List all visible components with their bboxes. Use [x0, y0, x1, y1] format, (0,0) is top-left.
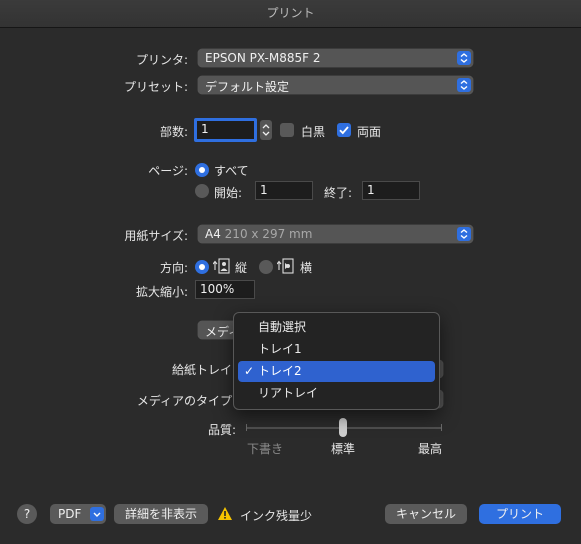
paper-size-name: A4 [205, 227, 221, 241]
portrait-label: 縦 [235, 261, 248, 275]
paper-dimensions: 210 x 297 mm [224, 227, 313, 241]
pages-end-field[interactable]: 1 [362, 181, 420, 200]
scale-value: 100% [200, 282, 235, 296]
media-type-label: メディアのタイプ [136, 394, 232, 408]
pages-label: ページ: [148, 164, 188, 178]
pages-all-radio[interactable] [195, 163, 209, 177]
popup-chevron-icon [457, 51, 471, 65]
printer-popup[interactable]: EPSON PX-M885F 2 [197, 48, 474, 68]
paper-size-value: A4 210 x 297 mm [205, 227, 312, 241]
pages-start-field[interactable]: 1 [255, 181, 313, 200]
print-button[interactable]: プリント [479, 504, 561, 524]
pdf-menu-button[interactable]: PDF [50, 504, 106, 524]
pdf-label: PDF [58, 507, 82, 521]
checkmark-icon: ✓ [244, 364, 255, 378]
popup-chevron-icon [457, 78, 471, 92]
copies-field[interactable]: 1 [194, 118, 257, 142]
printer-value: EPSON PX-M885F 2 [205, 51, 321, 65]
quality-low-label: 下書き [247, 442, 284, 456]
portrait-radio[interactable] [195, 260, 209, 274]
scale-label: 拡大縮小: [135, 285, 188, 299]
pages-start-label: 開始: [214, 186, 243, 200]
paper-size-popup[interactable]: A4 210 x 297 mm [197, 224, 474, 244]
copies-value: 1 [201, 122, 209, 136]
landscape-label: 横 [300, 261, 313, 275]
pages-end-value: 1 [367, 183, 375, 197]
scale-field[interactable]: 100% [195, 280, 255, 299]
orientation-label: 方向: [159, 261, 188, 275]
pages-end-label: 終了: [324, 186, 353, 200]
preset-value: デフォルト設定 [205, 80, 290, 94]
hide-details-button[interactable]: 詳細を非表示 [114, 504, 208, 524]
landscape-orientation-icon [276, 258, 295, 277]
paper-source-label: 給紙トレイ [171, 363, 232, 377]
quality-slider-knob[interactable] [339, 418, 347, 437]
copies-stepper[interactable] [260, 120, 272, 140]
quality-high-label: 最高 [418, 442, 443, 456]
copies-label: 部数: [159, 125, 188, 139]
quality-tick [441, 424, 442, 431]
menu-item-tray1[interactable]: トレイ1 [238, 339, 435, 360]
paper-size-label: 用紙サイズ: [124, 229, 188, 243]
quality-label: 品質: [207, 423, 236, 437]
quality-mid-label: 標準 [331, 442, 356, 456]
menu-item-auto[interactable]: 自動選択 [238, 317, 435, 338]
pages-all-label: すべて [214, 164, 249, 178]
bw-checkbox[interactable] [280, 123, 294, 137]
printer-label: プリンタ: [135, 53, 188, 67]
warning-icon [217, 506, 233, 524]
pages-range-radio[interactable] [195, 184, 209, 198]
ink-warning-text: インク残量少 [240, 509, 313, 523]
pages-start-value: 1 [260, 183, 268, 197]
quality-tick [246, 424, 247, 431]
duplex-checkbox[interactable] [337, 123, 351, 137]
menu-item-tray2[interactable]: ✓ トレイ2 [238, 361, 435, 382]
landscape-radio[interactable] [259, 260, 273, 274]
preset-label: プリセット: [123, 80, 188, 94]
cancel-button[interactable]: キャンセル [385, 504, 467, 524]
paper-source-menu: 自動選択 トレイ1 ✓ トレイ2 リアトレイ [233, 312, 440, 410]
help-button[interactable]: ? [17, 504, 37, 524]
menu-item-tray2-label: トレイ2 [258, 364, 302, 378]
menu-item-rear-tray[interactable]: リアトレイ [238, 383, 435, 404]
print-dialog: プリンタ: EPSON PX-M885F 2 プリセット: デフォルト設定 部数… [0, 28, 581, 544]
popup-chevron-icon [457, 227, 471, 241]
preset-popup[interactable]: デフォルト設定 [197, 75, 474, 95]
window-title: プリント [0, 0, 581, 28]
duplex-label: 両面 [357, 125, 382, 139]
chevron-down-icon [90, 507, 104, 521]
bw-label: 白黒 [301, 125, 326, 139]
portrait-orientation-icon [212, 258, 231, 277]
